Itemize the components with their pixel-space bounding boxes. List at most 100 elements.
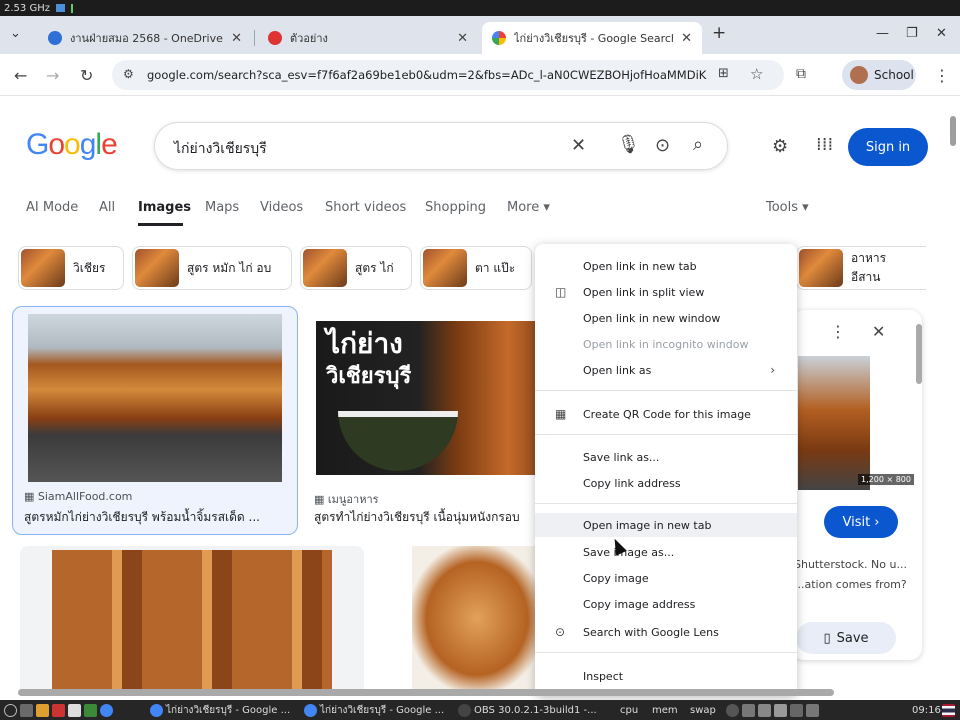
menu-open-link-new-window[interactable]: Open link in new window — [535, 306, 797, 330]
battery-icon[interactable] — [774, 703, 787, 717]
vertical-scrollbar[interactable] — [950, 116, 956, 146]
visit-button[interactable]: Visit › — [824, 506, 898, 538]
menu-inspect[interactable]: Inspect — [535, 664, 797, 688]
forward-icon[interactable]: → — [46, 66, 59, 85]
result-image-recipe-poster[interactable]: ไก่ย่าง วิเชียรบุรี — [316, 321, 572, 475]
menu-save-link-as[interactable]: Save link as... — [535, 445, 797, 469]
result-source[interactable]: ▦ เมนูอาหาร — [314, 490, 379, 508]
lens-icon[interactable]: ⊙ — [655, 135, 670, 156]
menu-search-google-lens[interactable]: ⊙ Search with Google Lens — [535, 620, 797, 644]
taskbar-item-obs[interactable]: OBS 30.0.2.1-3build1 -... — [458, 703, 597, 717]
start-menu-icon[interactable] — [4, 703, 17, 717]
chip-wichian[interactable]: วิเชียร — [18, 246, 124, 290]
reload-icon[interactable]: ↻ — [80, 66, 93, 85]
tab-ai-mode[interactable]: AI Mode — [26, 200, 78, 215]
language-flag-icon[interactable] — [942, 703, 955, 717]
chip-chicken-recipe[interactable]: สูตร ไก่ — [300, 246, 412, 290]
panel-scrollbar[interactable] — [916, 324, 922, 384]
translate-icon[interactable]: ⊞ — [718, 66, 729, 81]
result-image-roasted-chicken[interactable] — [412, 546, 542, 691]
close-tab-icon[interactable]: ✕ — [231, 31, 242, 46]
search-box[interactable]: ไก่ย่างวิเชียรบุรี ✕ 🎙 ⊙ ⌕ — [154, 122, 728, 170]
close-panel-icon[interactable]: ✕ — [872, 322, 885, 341]
save-button[interactable]: ▯ Save — [796, 622, 896, 654]
bookmark-star-icon[interactable]: ☆ — [750, 65, 763, 83]
site-info-icon[interactable]: ⚙ — [123, 67, 134, 81]
tab-google-search[interactable]: ไก่ย่างวิเชียรบุรี - Google Search ✕ — [482, 22, 702, 54]
close-tab-icon[interactable]: ✕ — [681, 31, 692, 46]
swap-monitor[interactable]: swap — [690, 703, 716, 717]
back-icon[interactable]: ← — [14, 66, 27, 85]
terminal-icon[interactable] — [84, 703, 97, 717]
desktop-icon[interactable] — [20, 703, 33, 717]
taskbar-item-chrome-1[interactable]: ไก่ย่างวิเชียรบุรี - Google ... — [150, 703, 290, 717]
menu-save-image-as[interactable]: Save image as... — [535, 540, 797, 564]
menu-divider — [535, 652, 797, 653]
more-options-icon[interactable]: ⋮ — [830, 322, 846, 341]
chip-marinade-recipe[interactable]: สูตร หมัก ไก่ อบ — [132, 246, 292, 290]
browser-menu-icon[interactable]: ⋮ — [934, 66, 950, 85]
restore-icon[interactable]: ❐ — [906, 26, 918, 41]
google-logo[interactable]: Google — [26, 128, 118, 162]
voice-search-icon[interactable]: 🎙 — [617, 134, 640, 155]
tab-videos[interactable]: Videos — [260, 200, 303, 215]
result-image-grilled-chicken[interactable] — [28, 314, 282, 482]
chrome-icon[interactable] — [100, 703, 113, 717]
tab-more[interactable]: More ▾ — [507, 200, 550, 215]
clear-search-icon[interactable]: ✕ — [571, 135, 586, 156]
files-icon[interactable] — [36, 703, 49, 717]
apps-grid-icon[interactable]: ⁞⁞⁞ — [816, 134, 833, 155]
new-tab-button[interactable]: + — [712, 23, 726, 43]
taskbar-item-chrome-2[interactable]: ไก่ย่างวิเชียรบุรี - Google ... — [304, 703, 444, 717]
tab-search-icon[interactable]: ⌄ — [10, 26, 21, 41]
app-icon[interactable] — [52, 703, 65, 717]
tools-button[interactable]: Tools ▾ — [766, 200, 809, 215]
profile-button[interactable]: School — [842, 60, 916, 90]
tab-onedrive[interactable]: งานฝ่ายสมอ 2568 - OneDrive ✕ — [38, 22, 252, 54]
menu-copy-link-address[interactable]: Copy link address — [535, 471, 797, 495]
extensions-icon[interactable]: ⧉ — [796, 66, 806, 82]
menu-copy-image-address[interactable]: Copy image address — [535, 592, 797, 616]
result-source[interactable]: ▦ SiamAllFood.com — [24, 490, 132, 503]
minimize-icon[interactable]: — — [876, 26, 889, 41]
tab-example[interactable]: ตัวอย่าง ✕ — [258, 22, 478, 54]
bluetooth-icon[interactable] — [790, 703, 803, 717]
preview-image[interactable] — [798, 356, 870, 490]
result-title[interactable]: สูตรทำไก่ย่างวิเชียรบุรี เนื้อนุ่มหนังกร… — [314, 508, 536, 527]
tab-short-videos[interactable]: Short videos — [325, 200, 406, 215]
launcher-icons[interactable] — [4, 703, 113, 717]
chip-ta-pae[interactable]: ตา แป๊ะ — [420, 246, 532, 290]
sign-in-button[interactable]: Sign in — [848, 128, 928, 166]
editor-icon[interactable] — [68, 703, 81, 717]
chip-isan-food[interactable]: อาหาร อีสาน — [796, 246, 926, 290]
menu-open-image-new-tab[interactable]: Open image in new tab — [535, 513, 797, 537]
result-title[interactable]: สูตรหมักไก่ย่างวิเชียรบุรี พร้อมน้ำจิ้มร… — [24, 508, 292, 527]
tab-images[interactable]: Images — [138, 200, 191, 215]
cpu-monitor[interactable]: cpu — [620, 703, 638, 717]
panel-info-link[interactable]: ...ation comes from? — [794, 578, 907, 591]
clock[interactable]: 09:16 — [912, 703, 941, 717]
result-image-chicken-skewers[interactable] — [52, 550, 332, 690]
volume-icon[interactable] — [758, 703, 771, 717]
tab-maps[interactable]: Maps — [205, 200, 239, 215]
menu-open-link-split-view[interactable]: ◫ Open link in split view — [535, 280, 797, 304]
menu-create-qr-code[interactable]: ▦ Create QR Code for this image — [535, 402, 797, 426]
mem-monitor[interactable]: mem — [652, 703, 678, 717]
search-icon[interactable]: ⌕ — [693, 134, 703, 155]
tab-shopping[interactable]: Shopping — [425, 200, 486, 215]
tab-all[interactable]: All — [99, 200, 115, 215]
network-icon[interactable] — [742, 703, 755, 717]
settings-gear-icon[interactable]: ⚙ — [772, 136, 788, 157]
horizontal-scrollbar[interactable] — [18, 689, 834, 696]
tray-icons[interactable] — [726, 703, 819, 717]
tray-app-icon[interactable] — [726, 703, 739, 717]
address-bar[interactable]: ⚙ google.com/search?sca_esv=f7f6af2a69be… — [112, 60, 784, 90]
menu-open-link-as[interactable]: Open link as › — [535, 358, 797, 382]
search-query[interactable]: ไก่ย่างวิเชียรบุรี — [174, 138, 267, 160]
url-text[interactable]: google.com/search?sca_esv=f7f6af2a69be1e… — [147, 68, 707, 82]
menu-open-link-new-tab[interactable]: Open link in new tab — [535, 254, 797, 278]
menu-copy-image[interactable]: Copy image — [535, 566, 797, 590]
close-window-icon[interactable]: ✕ — [936, 26, 947, 41]
update-icon[interactable] — [806, 703, 819, 717]
close-tab-icon[interactable]: ✕ — [457, 31, 468, 46]
